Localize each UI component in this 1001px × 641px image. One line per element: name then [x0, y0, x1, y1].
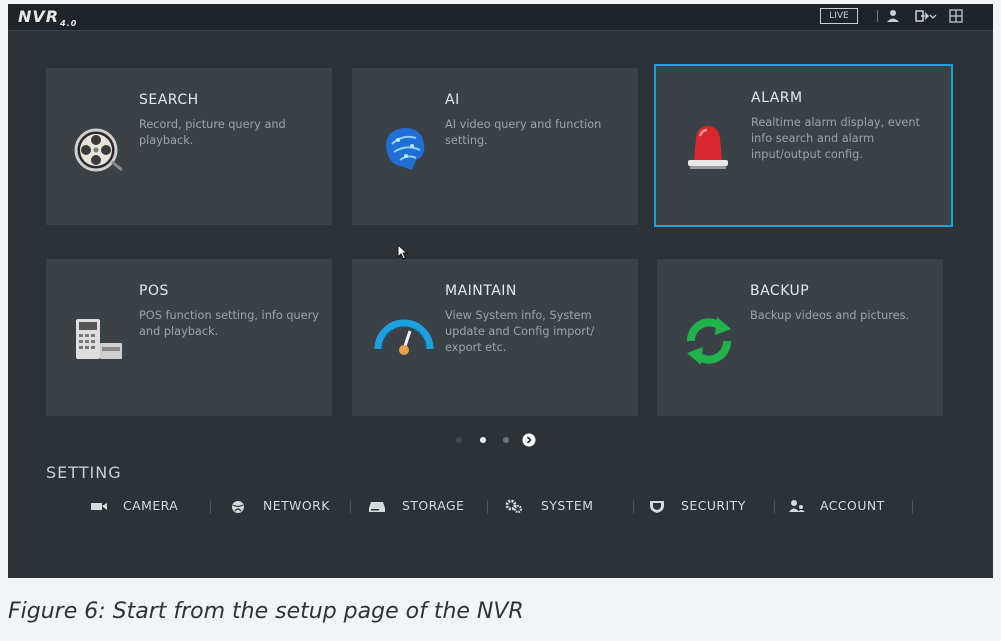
setting-label-account: ACCOUNT	[820, 498, 885, 513]
tile-description: Backup videos and pictures.	[750, 309, 910, 322]
nvr-screen: NVR4.0 LIVE SEARCH Record, picture query…	[8, 4, 993, 578]
tile-ai[interactable]: AI AI video query and function setting.	[352, 68, 638, 225]
divider	[633, 500, 634, 514]
logo-version: 4.0	[60, 19, 78, 29]
tile-description: View System info, System update and Conf…	[445, 309, 595, 354]
film-reel-icon	[74, 128, 123, 172]
mouse-cursor-icon	[397, 244, 409, 260]
divider	[210, 500, 211, 514]
hard-drive-icon	[369, 502, 385, 512]
tile-title: MAINTAIN	[445, 283, 517, 299]
gauge-icon	[374, 319, 434, 355]
tile-title: SEARCH	[139, 92, 199, 108]
divider	[774, 500, 775, 514]
alarm-light-icon	[688, 126, 728, 169]
topbar-divider	[877, 10, 878, 22]
camera-icon	[91, 503, 107, 510]
page-dot[interactable]	[503, 437, 509, 443]
divider	[487, 500, 488, 514]
refresh-arrows-icon	[687, 317, 731, 365]
page-dot[interactable]	[456, 437, 462, 443]
pos-terminal-icon	[76, 319, 122, 359]
tile-title: AI	[445, 92, 460, 108]
setting-label-storage: STORAGE	[402, 498, 465, 513]
live-button[interactable]: LIVE	[820, 8, 858, 24]
shield-icon	[650, 501, 664, 513]
tile-search[interactable]: SEARCH Record, picture query and playbac…	[46, 68, 332, 225]
next-page-icon[interactable]	[522, 433, 536, 447]
tile-description: AI video query and function setting.	[445, 118, 602, 147]
tile-description: POS function setting, info query and pla…	[139, 309, 319, 338]
top-bar: NVR4.0 LIVE	[8, 4, 993, 31]
tile-backup[interactable]: BACKUP Backup videos and pictures.	[657, 259, 943, 416]
tile-title: POS	[139, 283, 169, 299]
setting-label-system: SYSTEM	[541, 498, 594, 513]
chevron-down-icon[interactable]	[929, 8, 937, 24]
tile-pos[interactable]: POS POS function setting, info query and…	[46, 259, 332, 416]
page-dot-active[interactable]	[480, 437, 486, 443]
ai-brain-icon	[386, 128, 425, 170]
setting-heading: SETTING	[46, 463, 122, 482]
divider	[912, 500, 913, 514]
divider	[350, 500, 351, 514]
setting-label-security: SECURITY	[681, 498, 746, 513]
setting-label-camera: CAMERA	[123, 498, 179, 513]
figure-caption: Figure 6: Start from the setup page of t…	[8, 599, 524, 624]
nvr-logo: NVR4.0	[18, 7, 77, 28]
setting-label-network: NETWORK	[263, 498, 330, 513]
tile-maintain[interactable]: MAINTAIN View System info, System update…	[352, 259, 638, 416]
gears-icon	[505, 499, 523, 513]
tile-alarm[interactable]: ALARM Realtime alarm display, event info…	[654, 64, 953, 227]
tile-description: Record, picture query and playback.	[139, 118, 286, 147]
globe-icon	[232, 501, 244, 513]
users-icon	[789, 500, 805, 512]
logout-icon[interactable]	[914, 8, 930, 24]
user-icon[interactable]	[885, 8, 901, 24]
tile-description: Realtime alarm display, event info searc…	[751, 116, 920, 161]
tile-title: BACKUP	[750, 283, 810, 299]
layout-icon[interactable]	[948, 8, 964, 24]
logo-text: NVR	[18, 7, 60, 26]
page-indicator	[448, 432, 548, 448]
tile-title: ALARM	[751, 90, 803, 106]
